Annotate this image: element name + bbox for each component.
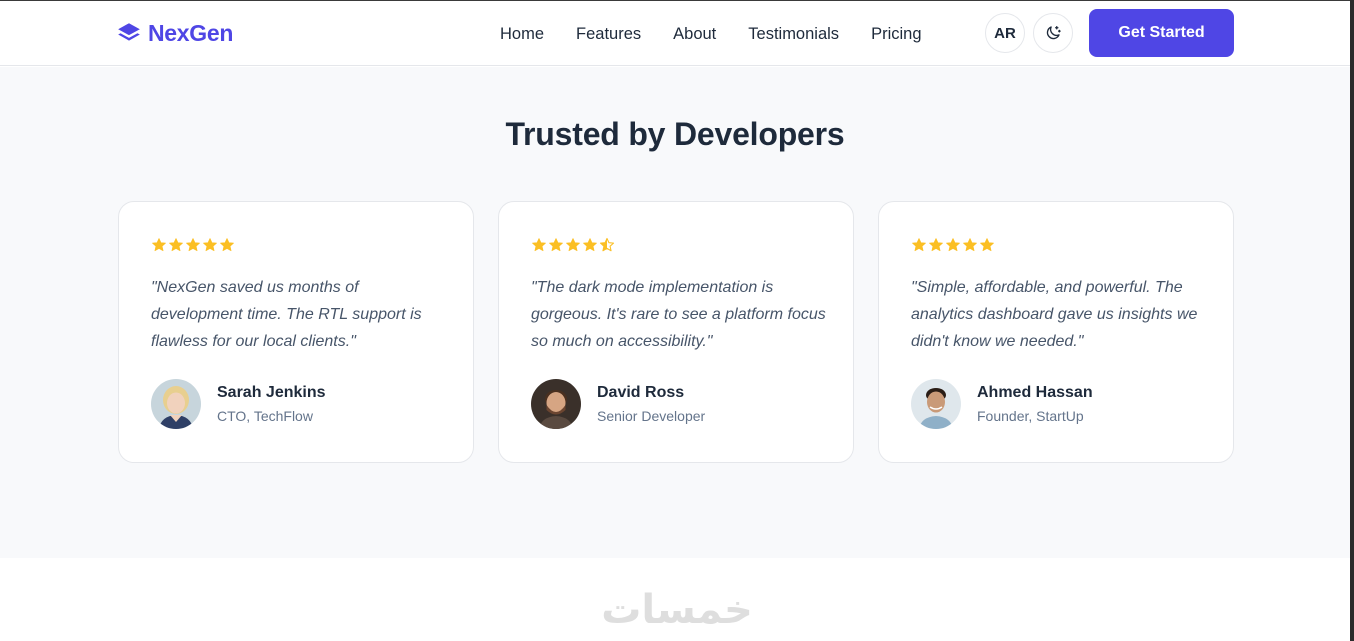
star-icon — [980, 238, 994, 252]
nav-link-features[interactable]: Features — [576, 25, 641, 44]
avatar — [151, 379, 201, 429]
avatar — [911, 379, 961, 429]
testimonial-card: "Simple, affordable, and powerful. The a… — [878, 201, 1234, 463]
testimonial-author: Sarah Jenkins CTO, TechFlow — [151, 379, 326, 429]
author-role: CTO, TechFlow — [217, 407, 313, 424]
star-icon — [152, 238, 166, 252]
get-started-button[interactable]: Get Started — [1089, 9, 1234, 57]
nav-link-home[interactable]: Home — [500, 25, 544, 44]
star-icon — [912, 238, 926, 252]
star-icon — [583, 238, 597, 252]
star-icon — [566, 238, 580, 252]
testimonial-author: Ahmed Hassan Founder, StartUp — [911, 379, 1093, 429]
moon-icon — [1046, 25, 1061, 40]
rating-stars — [151, 237, 235, 253]
testimonial-quote: "NexGen saved us months of development t… — [151, 279, 422, 350]
star-icon — [549, 238, 563, 252]
rating-stars — [911, 237, 995, 253]
brand-name: NexGen — [148, 19, 234, 46]
author-name: Sarah Jenkins — [217, 383, 326, 401]
testimonial-card: "The dark mode implementation is gorgeou… — [498, 201, 854, 463]
watermark-logo: خمسات — [601, 587, 753, 633]
theme-toggle-button[interactable] — [1033, 13, 1073, 53]
nav-link-pricing[interactable]: Pricing — [871, 25, 921, 44]
navbar: NexGen Home Features About Testimonials … — [0, 1, 1350, 66]
testimonial-quote: "Simple, affordable, and powerful. The a… — [911, 279, 1198, 350]
testimonial-card: "NexGen saved us months of development t… — [118, 201, 474, 463]
language-toggle-button[interactable]: AR — [985, 13, 1025, 53]
author-role: Senior Developer — [597, 407, 706, 424]
avatar — [531, 379, 581, 429]
layers-icon — [118, 23, 140, 41]
brand-logo[interactable]: NexGen — [116, 18, 233, 48]
window-right-edge — [1350, 0, 1354, 641]
star-icon — [203, 238, 217, 252]
nav-link-about[interactable]: About — [673, 25, 716, 44]
main-nav: Home Features About Testimonials Pricing — [500, 19, 922, 49]
star-icon — [186, 238, 200, 252]
testimonial-author: David Ross Senior Developer — [531, 379, 705, 429]
star-half-icon — [599, 237, 615, 252]
star-icon — [220, 238, 234, 252]
author-name: David Ross — [597, 383, 685, 401]
author-name: Ahmed Hassan — [977, 383, 1093, 401]
star-icon — [963, 238, 977, 252]
star-icon — [946, 238, 960, 252]
star-icon — [532, 238, 546, 252]
star-icon — [929, 238, 943, 252]
testimonials-section: Trusted by Developers "NexGen saved us m… — [0, 67, 1350, 558]
section-title: Trusted by Developers — [505, 116, 845, 152]
testimonial-quote: "The dark mode implementation is gorgeou… — [531, 279, 826, 350]
star-icon — [169, 238, 183, 252]
nav-link-testimonials[interactable]: Testimonials — [748, 25, 839, 44]
rating-stars — [531, 237, 615, 253]
next-section: خمسات — [0, 558, 1350, 641]
author-role: Founder, StartUp — [977, 407, 1084, 424]
